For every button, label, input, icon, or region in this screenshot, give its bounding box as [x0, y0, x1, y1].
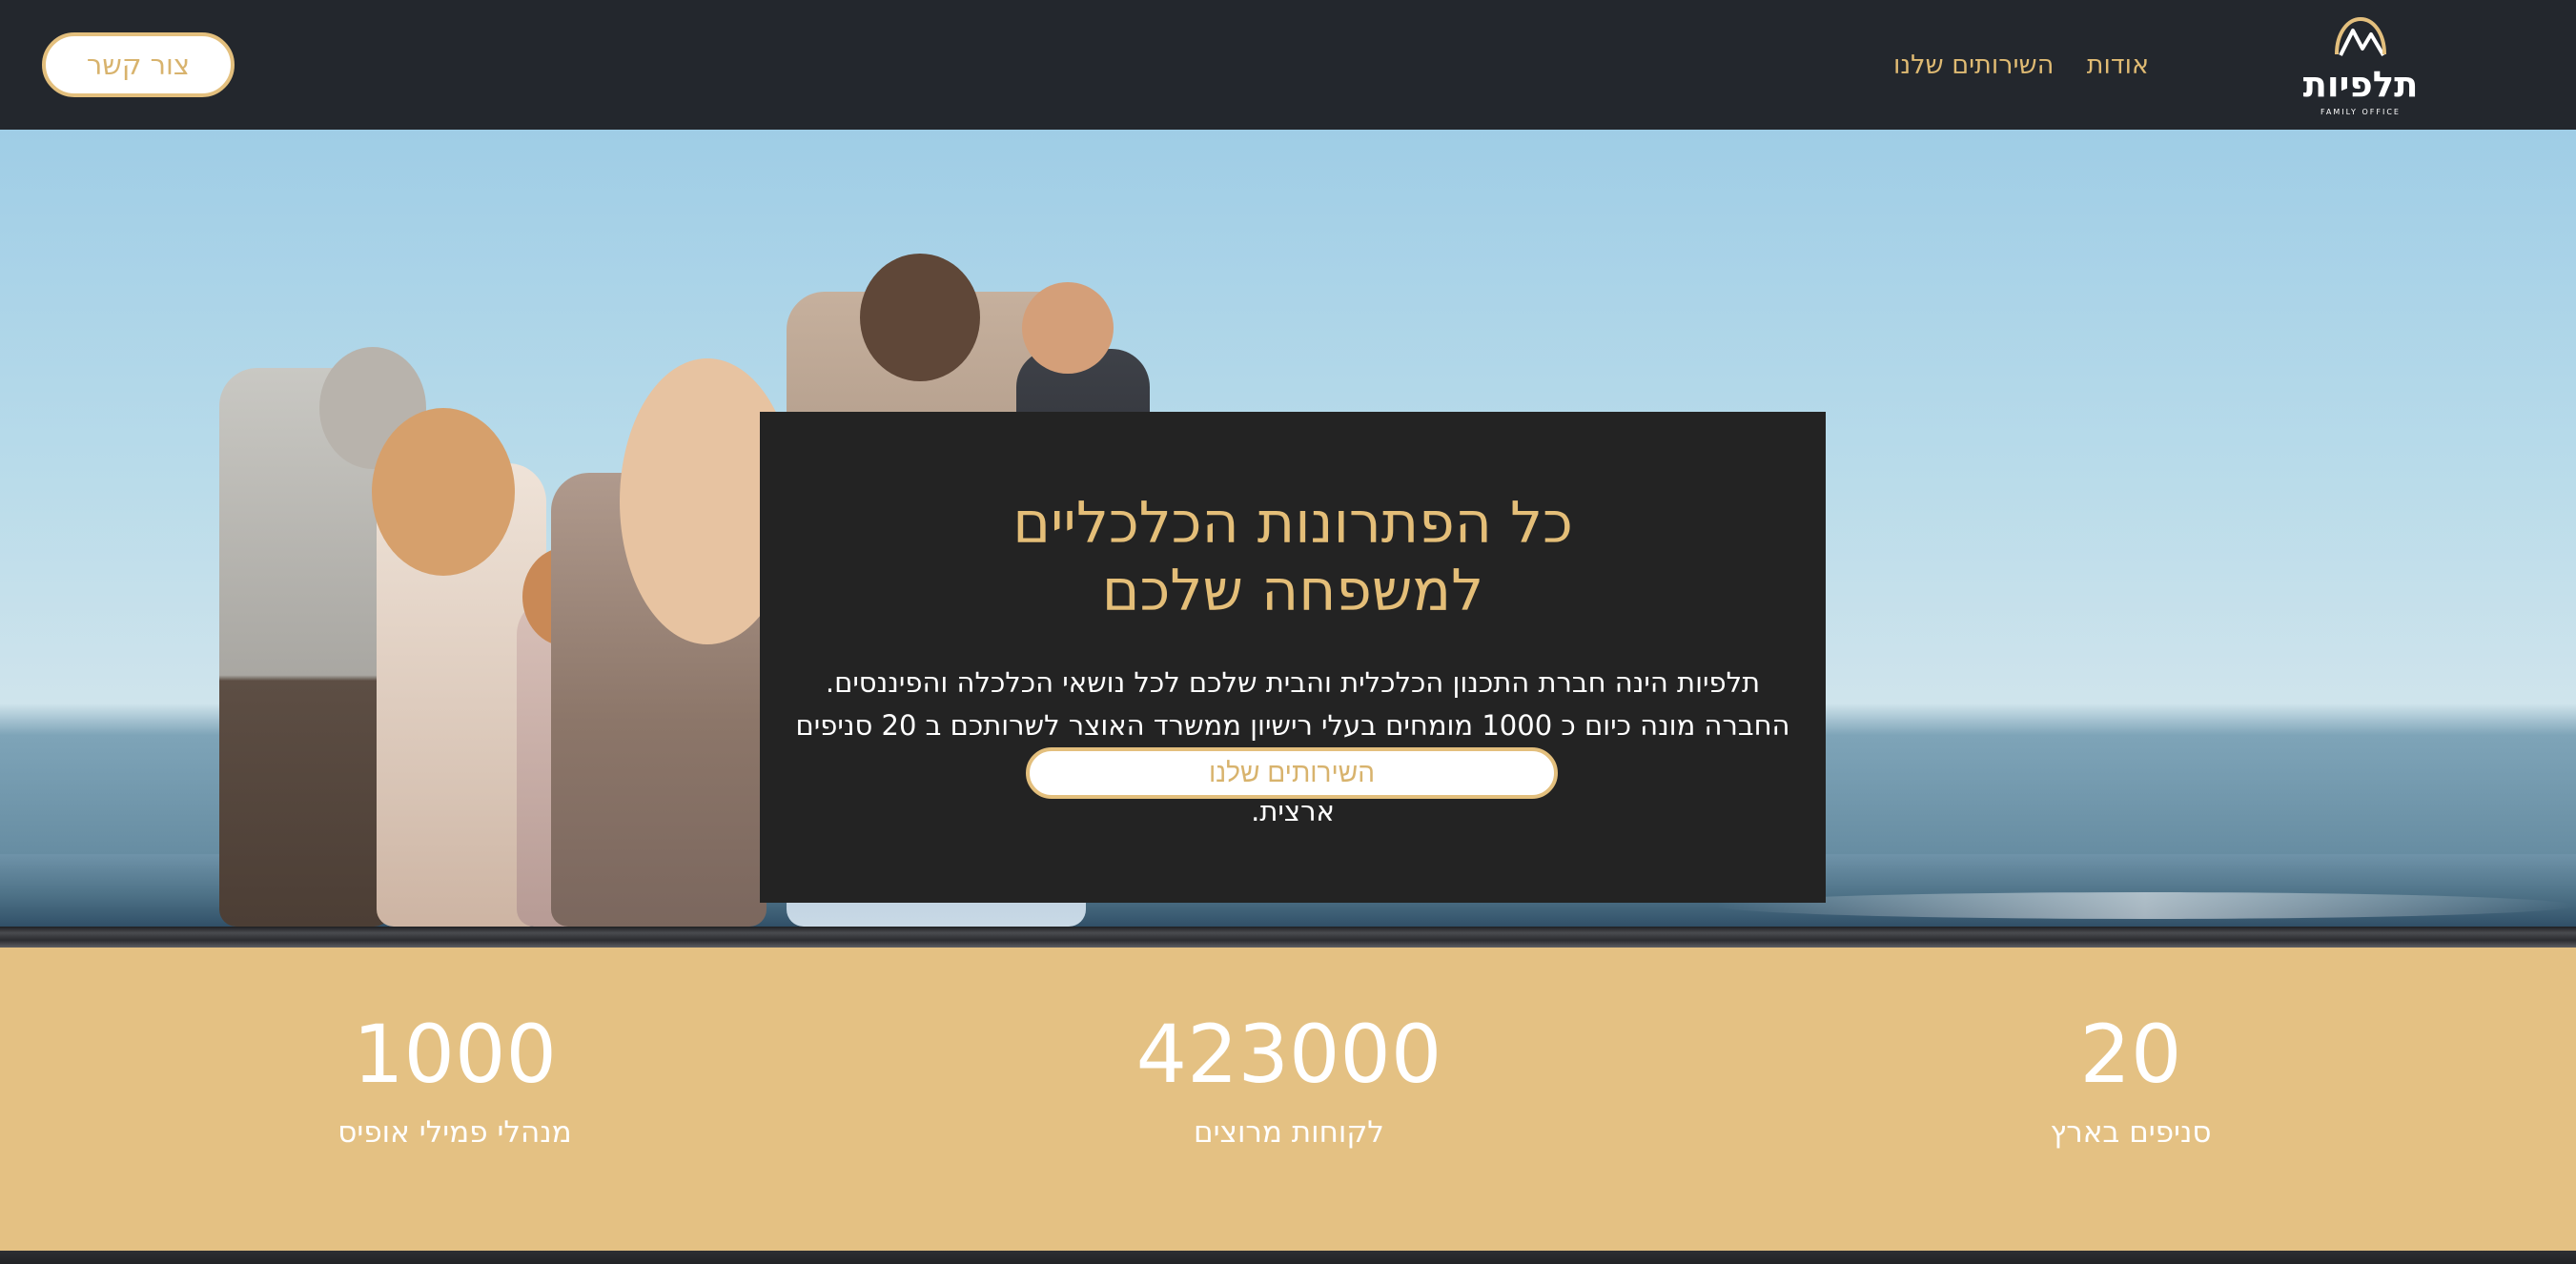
main-nav: אודות השירותים שלנו	[1893, 38, 2149, 92]
hero-headline: כל הפתרונות הכלכליים למשפחה שלכם	[760, 490, 1826, 625]
logo-name: תלפיות	[2302, 64, 2419, 105]
stat-managers: 1000 מנהלי פמילי אופיס	[121, 1008, 788, 1151]
stat-label: לקוחות מרוצים	[1194, 1115, 1384, 1151]
hero-text-panel: כל הפתרונות הכלכליים למשפחה שלכם תלפיות …	[760, 412, 1826, 903]
man-head	[860, 254, 980, 381]
stat-customers: 423000 לקוחות מרוצים	[955, 1008, 1623, 1151]
stat-label: סניפים בארץ	[2050, 1115, 2212, 1151]
headline-line-1: כל הפתרונות הכלכליים	[1012, 490, 1573, 557]
footer-strip	[0, 1251, 2576, 1264]
top-navigation-bar: צור קשר אודות השירותים שלנו תלפיות FAMIL…	[0, 0, 2576, 130]
landing-page: צור קשר אודות השירותים שלנו תלפיות FAMIL…	[0, 0, 2576, 1264]
company-logo[interactable]: תלפיות FAMILY OFFICE	[2300, 8, 2422, 122]
stat-value: 20	[2079, 1008, 2182, 1101]
section-divider	[0, 927, 2576, 948]
hero-section: כל הפתרונות הכלכליים למשפחה שלכם תלפיות …	[0, 130, 2576, 927]
mountain-logo-icon	[2335, 16, 2386, 57]
statistics-section: 20 סניפים בארץ 423000 לקוחות מרוצים 1000…	[0, 948, 2576, 1251]
boy-head	[1022, 282, 1114, 374]
wave-foam	[1716, 892, 2574, 919]
contact-button[interactable]: צור קשר	[42, 32, 235, 97]
stat-value: 423000	[1135, 1008, 1442, 1101]
description-line-1: תלפיות הינה חברת התכנון הכלכלית והבית של…	[825, 666, 1761, 699]
stat-label: מנהלי פמילי אופיס	[337, 1115, 572, 1151]
logo-subtitle: FAMILY OFFICE	[2320, 108, 2401, 116]
headline-line-2: למשפחה שלכם	[1101, 557, 1484, 624]
our-services-button[interactable]: השירותים שלנו	[1026, 747, 1558, 799]
stat-value: 1000	[353, 1008, 557, 1101]
nav-services-link[interactable]: השירותים שלנו	[1893, 51, 2054, 80]
stat-branches: 20 סניפים בארץ	[1797, 1008, 2464, 1151]
woman-head	[372, 408, 515, 576]
nav-about-link[interactable]: אודות	[2087, 51, 2149, 80]
